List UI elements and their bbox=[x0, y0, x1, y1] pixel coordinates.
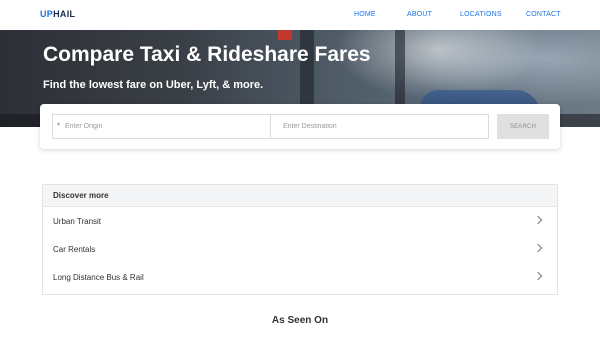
list-item-urban-transit[interactable]: Urban Transit bbox=[43, 208, 557, 236]
as-seen-on-heading: As Seen On bbox=[271, 315, 329, 326]
top-navigation: UPHAIL HOME ABOUT LOCATIONS CONTACT bbox=[0, 0, 600, 30]
origin-input[interactable] bbox=[52, 114, 271, 139]
list-item-label: Long Distance Bus & Rail bbox=[53, 273, 144, 282]
logo-hail: HAIL bbox=[53, 9, 76, 19]
nav-home-link[interactable]: HOME bbox=[354, 11, 376, 18]
logo-up: UP bbox=[40, 9, 54, 19]
list-item-label: Urban Transit bbox=[53, 217, 102, 226]
uphail-logo[interactable]: UPHAIL bbox=[40, 9, 75, 19]
nav-contact-link[interactable]: CONTACT bbox=[526, 11, 561, 18]
discover-more-header: Discover more bbox=[43, 185, 557, 207]
hero-title: Compare Taxi & Rideshare Fares bbox=[43, 43, 371, 66]
fare-search-form: SEARCH bbox=[40, 104, 560, 149]
list-item-long-distance[interactable]: Long Distance Bus & Rail bbox=[43, 264, 557, 292]
discover-more-panel: Discover more Urban Transit Car Rentals … bbox=[42, 184, 558, 295]
list-item-label: Car Rentals bbox=[53, 245, 96, 254]
hero-subtitle: Find the lowest fare on Uber, Lyft, & mo… bbox=[43, 79, 264, 91]
nav-locations-link[interactable]: LOCATIONS bbox=[460, 11, 502, 18]
chevron-right-icon bbox=[533, 215, 543, 225]
chevron-right-icon bbox=[533, 243, 543, 253]
chevron-right-icon bbox=[533, 271, 543, 281]
discover-more-title: Discover more bbox=[53, 191, 109, 200]
search-button[interactable]: SEARCH bbox=[497, 114, 549, 139]
nav-about-link[interactable]: ABOUT bbox=[407, 11, 432, 18]
hero-background-sign bbox=[278, 30, 292, 40]
destination-input[interactable] bbox=[270, 114, 489, 139]
list-item-car-rentals[interactable]: Car Rentals bbox=[43, 236, 557, 264]
location-pin-icon: ▼ bbox=[56, 122, 61, 128]
